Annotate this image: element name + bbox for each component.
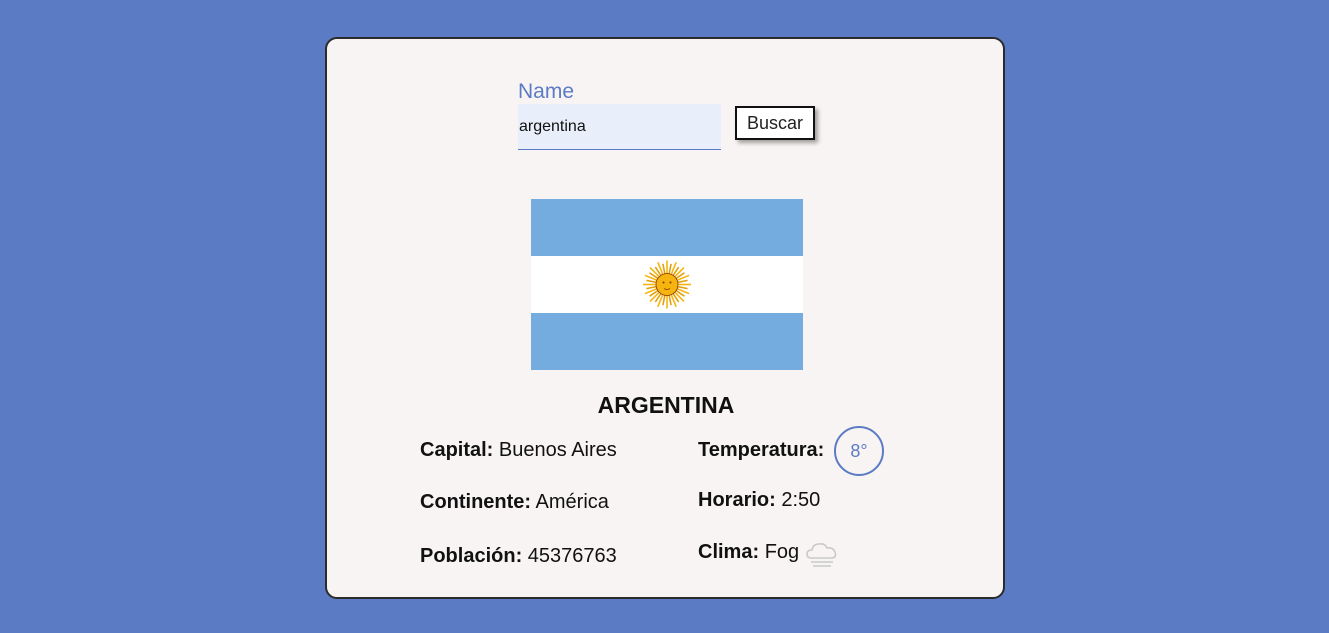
- country-flag: [531, 199, 803, 370]
- name-label: Name: [518, 80, 575, 103]
- capital-info: Capital: Buenos Aires: [420, 439, 617, 462]
- country-card: Name Buscar ARGENTINA Capital: Buenos Ai…: [325, 37, 1005, 599]
- temperature-label: Temperatura:: [698, 439, 825, 461]
- temperature-badge: 8°: [834, 426, 884, 476]
- weather-value: Fog: [764, 541, 800, 563]
- country-search-input[interactable]: [518, 104, 721, 150]
- time-label: Horario:: [698, 489, 776, 511]
- search-button[interactable]: Buscar: [735, 106, 815, 140]
- continent-value: América: [535, 491, 609, 513]
- fog-cloud-icon: [806, 543, 837, 567]
- weather-label: Clima:: [698, 541, 760, 563]
- capital-value: Buenos Aires: [498, 439, 617, 461]
- population-info: Población: 45376763: [420, 545, 617, 568]
- temperature-info: Temperatura:: [698, 439, 824, 462]
- capital-label: Capital:: [420, 439, 494, 461]
- population-value: 45376763: [527, 545, 617, 567]
- time-value: 2:50: [781, 489, 821, 511]
- continent-info: Continente: América: [420, 491, 609, 514]
- country-name: ARGENTINA: [597, 392, 735, 418]
- continent-label: Continente:: [420, 491, 532, 513]
- weather-info: Clima: Fog: [698, 541, 799, 564]
- sun-of-may-icon: [643, 260, 691, 309]
- population-label: Población:: [420, 545, 523, 567]
- time-info: Horario: 2:50: [698, 489, 820, 512]
